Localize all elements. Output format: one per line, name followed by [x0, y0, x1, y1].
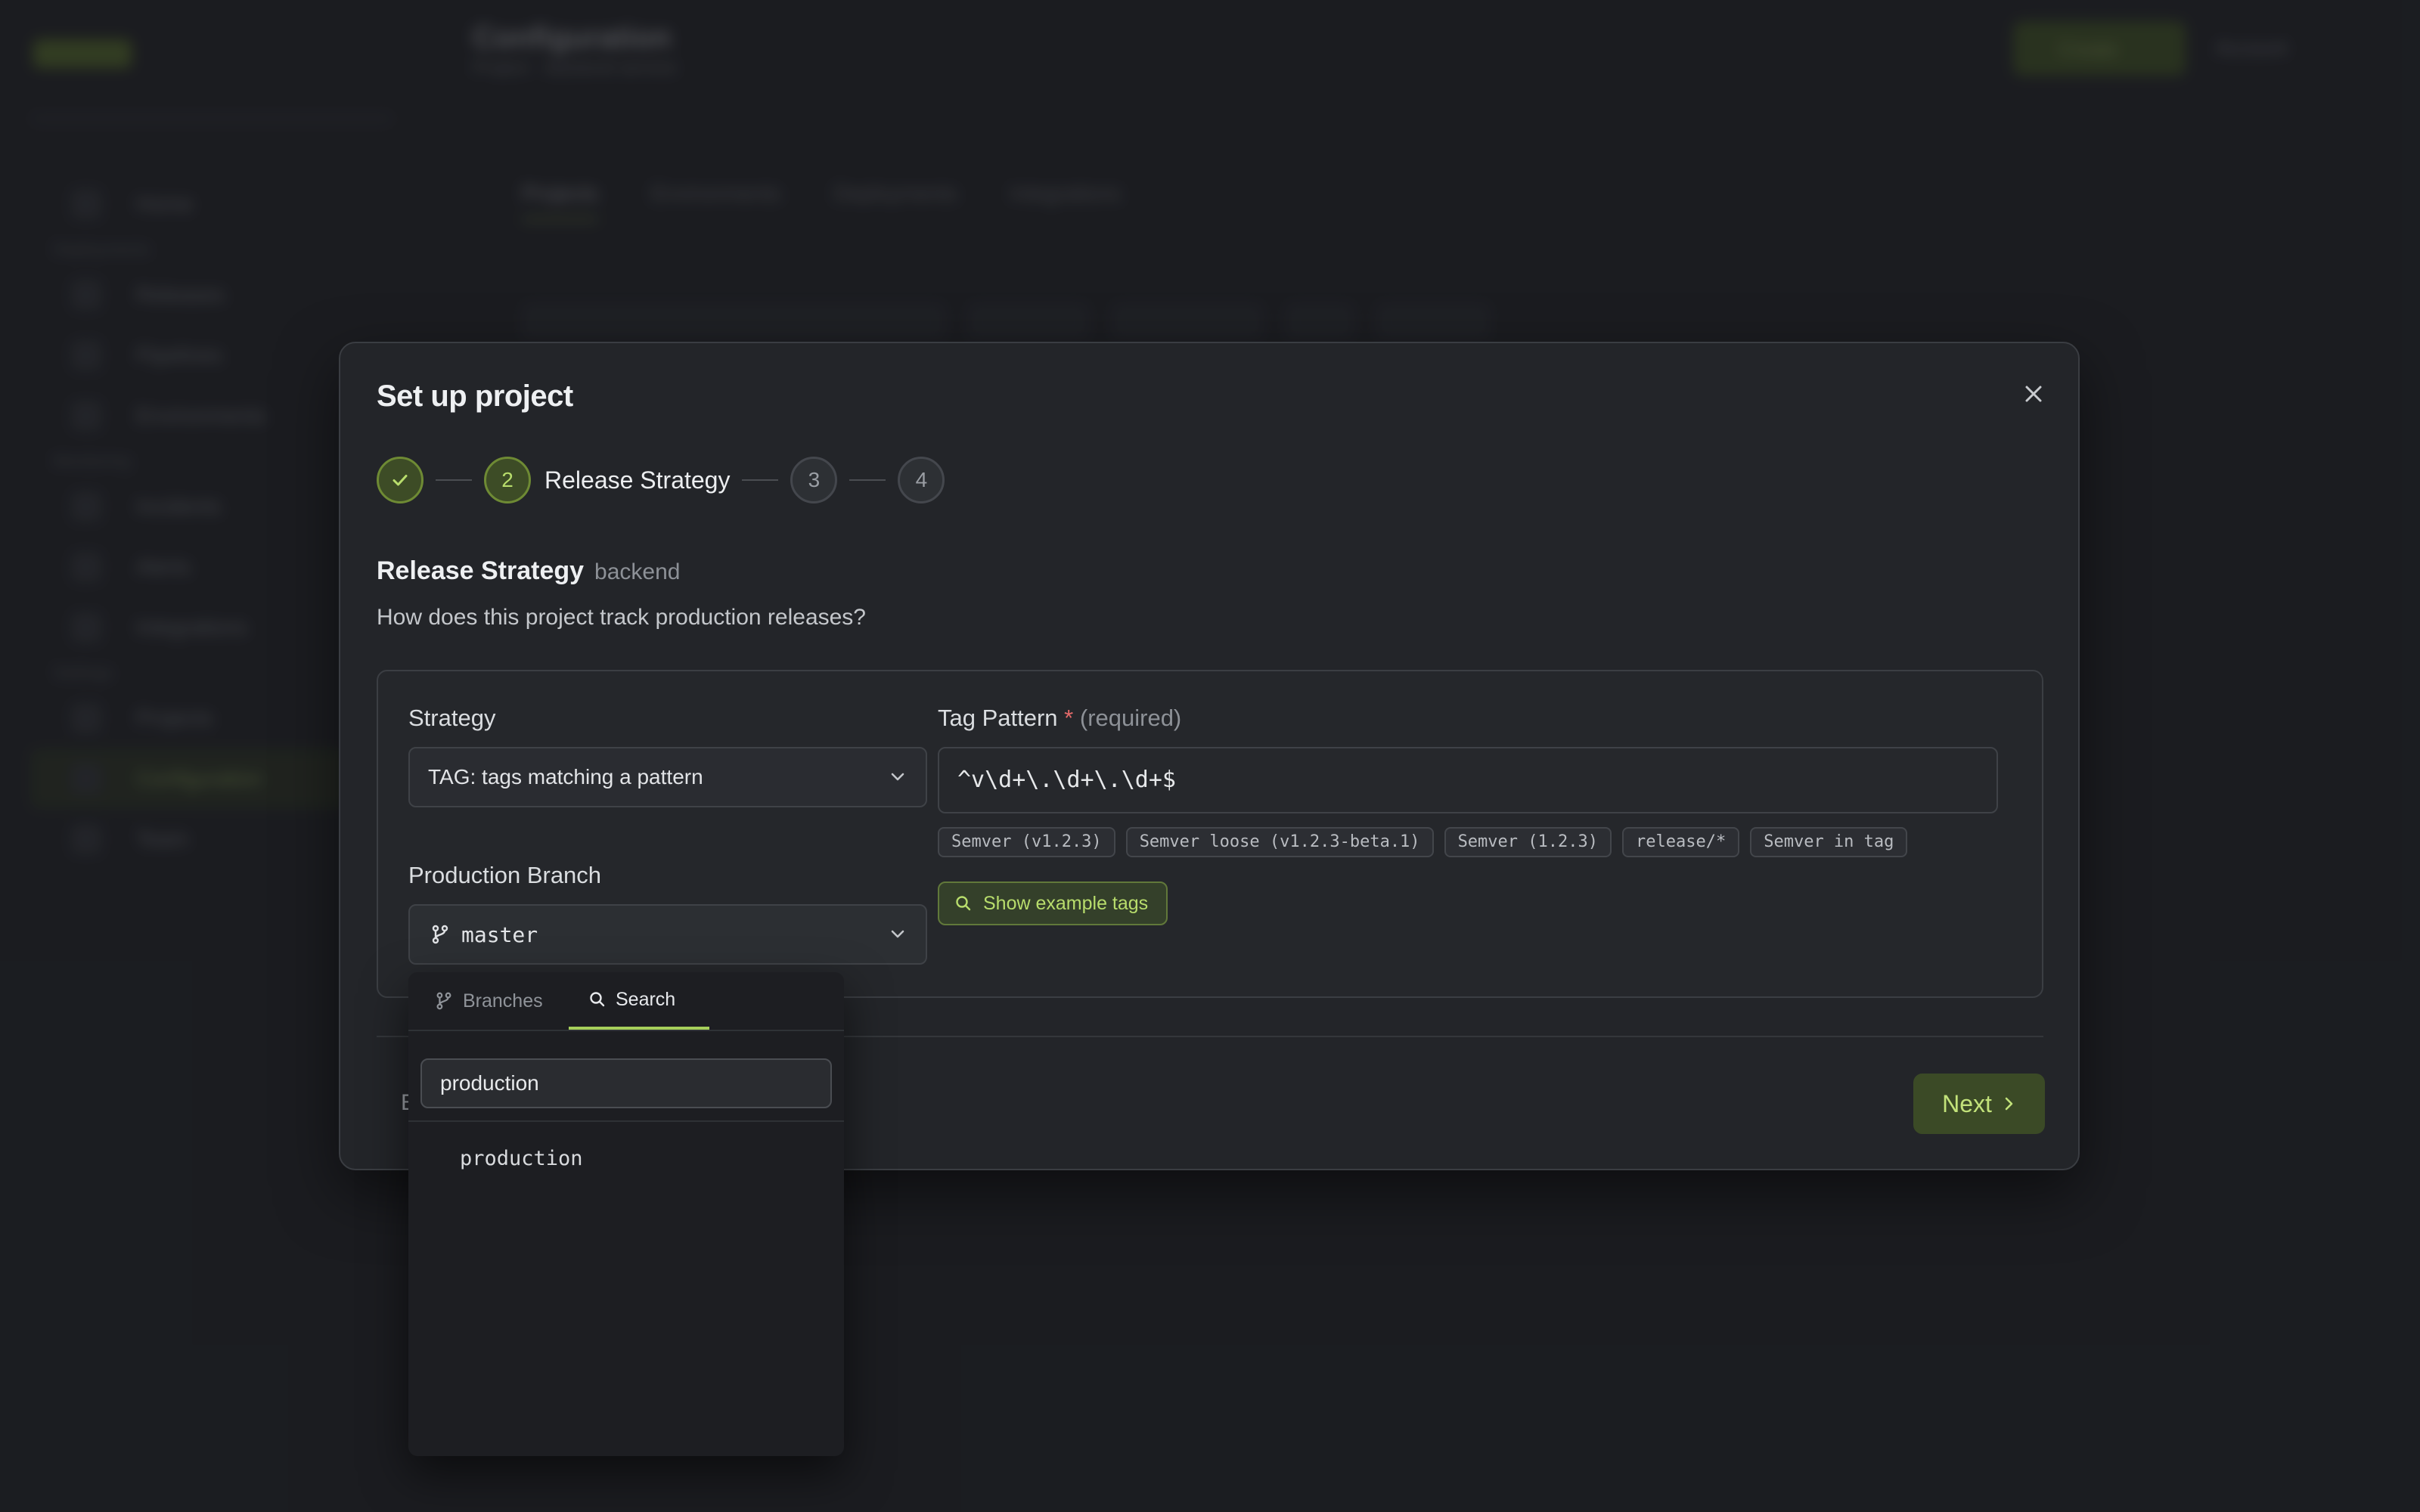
next-button[interactable]: Next [1913, 1074, 2045, 1134]
tab-search[interactable]: Search [569, 972, 709, 1030]
show-example-tags-label: Show example tags [983, 892, 1149, 914]
setup-stepper: 2 Release Strategy 3 4 [377, 455, 945, 505]
release-strategy-form: Strategy TAG: tags matching a pattern Pr… [377, 670, 2043, 998]
step-2-label: Release Strategy [544, 466, 731, 494]
step-connector [436, 479, 472, 481]
preset-chip[interactable]: Semver in tag [1750, 827, 1908, 857]
tag-pattern-input[interactable]: ^v\d+\.\d+\.\d+$ [938, 747, 1998, 813]
preset-chip[interactable]: release/* [1622, 827, 1740, 857]
step-connector [742, 479, 779, 481]
chevron-down-icon [891, 773, 904, 781]
branch-picker-tabs: Branches Search [408, 972, 844, 1031]
next-button-label: Next [1942, 1089, 1992, 1117]
branch-search-input[interactable]: production [420, 1058, 832, 1108]
step-connector [849, 479, 886, 481]
step-2-current[interactable]: 2 [484, 457, 531, 503]
production-branch-select[interactable]: master [408, 904, 927, 965]
checkmark-icon [392, 475, 408, 486]
branch-option[interactable]: production [420, 1136, 832, 1182]
preset-chip[interactable]: Semver loose (v1.2.3-beta.1) [1125, 827, 1434, 857]
project-name-tag: backend [594, 559, 681, 584]
branch-picker-popover: Branches Search production production [408, 972, 844, 1456]
section-description: How does this project track production r… [377, 605, 866, 630]
search-icon [590, 992, 605, 1007]
search-icon [956, 896, 971, 911]
section-heading: Release Strategy backend [377, 556, 680, 586]
required-note: (required) [1079, 705, 1182, 731]
chevron-down-icon [891, 930, 904, 938]
section-title: Release Strategy [377, 556, 585, 585]
required-marker: * [1064, 705, 1074, 731]
chevron-right-icon [2005, 1097, 2013, 1111]
preset-chip[interactable]: Semver (1.2.3) [1444, 827, 1612, 857]
close-icon [2025, 386, 2042, 402]
tag-pattern-label-text: Tag Pattern [938, 705, 1058, 731]
tab-search-label: Search [616, 988, 676, 1010]
strategy-select-value: TAG: tags matching a pattern [428, 765, 703, 789]
popover-divider [408, 1120, 844, 1122]
tab-branches[interactable]: Branches [434, 972, 543, 1030]
step-3[interactable]: 3 [790, 457, 838, 503]
strategy-select[interactable]: TAG: tags matching a pattern [408, 747, 927, 807]
strategy-label: Strategy [408, 705, 496, 731]
preset-chip[interactable]: Semver (v1.2.3) [938, 827, 1115, 857]
show-example-tags-button[interactable]: Show example tags [938, 881, 1168, 925]
production-branch-value: master [461, 922, 538, 947]
tag-pattern-presets: Semver (v1.2.3) Semver loose (v1.2.3-bet… [938, 827, 1918, 857]
step-1-complete[interactable] [377, 457, 424, 503]
close-button[interactable] [2015, 375, 2052, 413]
tab-branches-label: Branches [463, 990, 543, 1012]
tag-pattern-label: Tag Pattern * (required) [938, 705, 1181, 732]
production-branch-label: Production Branch [408, 862, 602, 888]
modal-title: Set up project [377, 380, 573, 413]
git-branch-icon [436, 992, 451, 1010]
step-4[interactable]: 4 [898, 457, 945, 503]
git-branch-icon [432, 925, 448, 944]
